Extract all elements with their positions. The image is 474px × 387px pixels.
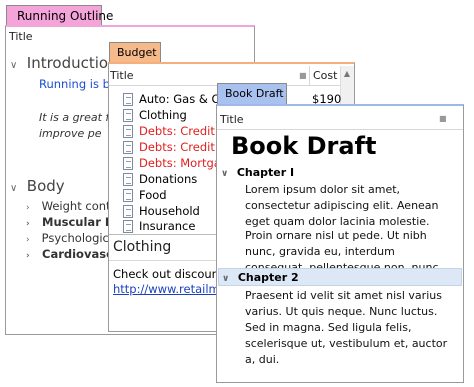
budget-row[interactable]: Household: [123, 203, 200, 219]
document-icon: [123, 204, 133, 218]
chevron-right-icon[interactable]: ›: [26, 235, 38, 245]
budget-row[interactable]: Debts: Mortgag: [123, 155, 228, 171]
chevron-down-icon[interactable]: ∨: [221, 169, 233, 179]
chapter-row[interactable]: ∨ Chapter 2: [218, 268, 462, 286]
budget-row-label: Insurance: [139, 219, 196, 233]
budget-row[interactable]: Donations: [123, 171, 197, 187]
tab-running-outline[interactable]: Running Outline: [6, 5, 113, 26]
chevron-right-icon[interactable]: ›: [26, 203, 38, 213]
document-icon: [123, 124, 133, 138]
intro-heading: Introduction: [26, 54, 118, 72]
divider: [217, 129, 463, 130]
book-draft-window: Title ■ Book Draft ∨ Chapter I Lorem ips…: [216, 104, 464, 383]
tab-budget[interactable]: Budget: [109, 42, 161, 63]
chapter-title: Chapter 2: [237, 271, 299, 284]
document-icon: [123, 108, 133, 122]
chevron-down-icon[interactable]: ∨: [10, 60, 22, 71]
paragraph: Praesent id velit sit amet nisl varius v…: [245, 289, 448, 366]
tab-book-draft[interactable]: Book Draft: [217, 83, 287, 105]
chevron-right-icon[interactable]: ›: [26, 219, 38, 229]
budget-row-label: Debts: Mortgag: [139, 156, 229, 170]
paragraph: Lorem ipsum dolor sit amet, consectetur …: [245, 183, 439, 228]
scroll-up-icon[interactable]: ▲: [340, 66, 354, 82]
budget-row-label: Food: [139, 188, 167, 202]
budget-row[interactable]: Insurance: [123, 219, 195, 233]
budget-row[interactable]: Food: [123, 187, 167, 203]
document-icon: [123, 92, 133, 106]
document-icon: [123, 188, 133, 202]
chevron-right-icon[interactable]: ›: [26, 251, 38, 261]
cost-column-header[interactable]: Cost: [309, 66, 339, 86]
page-title: Book Draft: [231, 132, 377, 160]
intro-row[interactable]: ∨ Introduction: [10, 54, 118, 72]
note-text: Check out discount: [113, 267, 224, 281]
chapter-title: Chapter I: [236, 166, 295, 179]
title-column-header: Title: [217, 111, 463, 129]
chevron-down-icon[interactable]: ∨: [10, 183, 22, 194]
document-icon: [123, 219, 133, 233]
document-icon: [123, 172, 133, 186]
budget-row-label: Household: [139, 204, 200, 218]
document-icon: [123, 140, 133, 154]
lock-icon: ■: [299, 71, 307, 80]
chevron-down-icon[interactable]: ∨: [222, 270, 234, 288]
body-row[interactable]: ∨ Body: [10, 177, 65, 195]
note-title: Clothing: [113, 239, 172, 255]
budget-row-label: Auto: Gas & Oil: [139, 92, 227, 106]
budget-row-label: Clothing: [139, 108, 187, 122]
title-column-header[interactable]: Title: [110, 66, 134, 86]
lock-icon: ■: [439, 114, 447, 123]
body-heading: Body: [26, 177, 65, 195]
document-icon: [123, 156, 133, 170]
budget-row-label: Donations: [139, 172, 198, 186]
chapter-row[interactable]: ∨ Chapter I: [221, 166, 294, 179]
budget-row[interactable]: Clothing: [123, 107, 187, 123]
budget-row[interactable]: Auto: Gas & Oil: [123, 91, 227, 107]
